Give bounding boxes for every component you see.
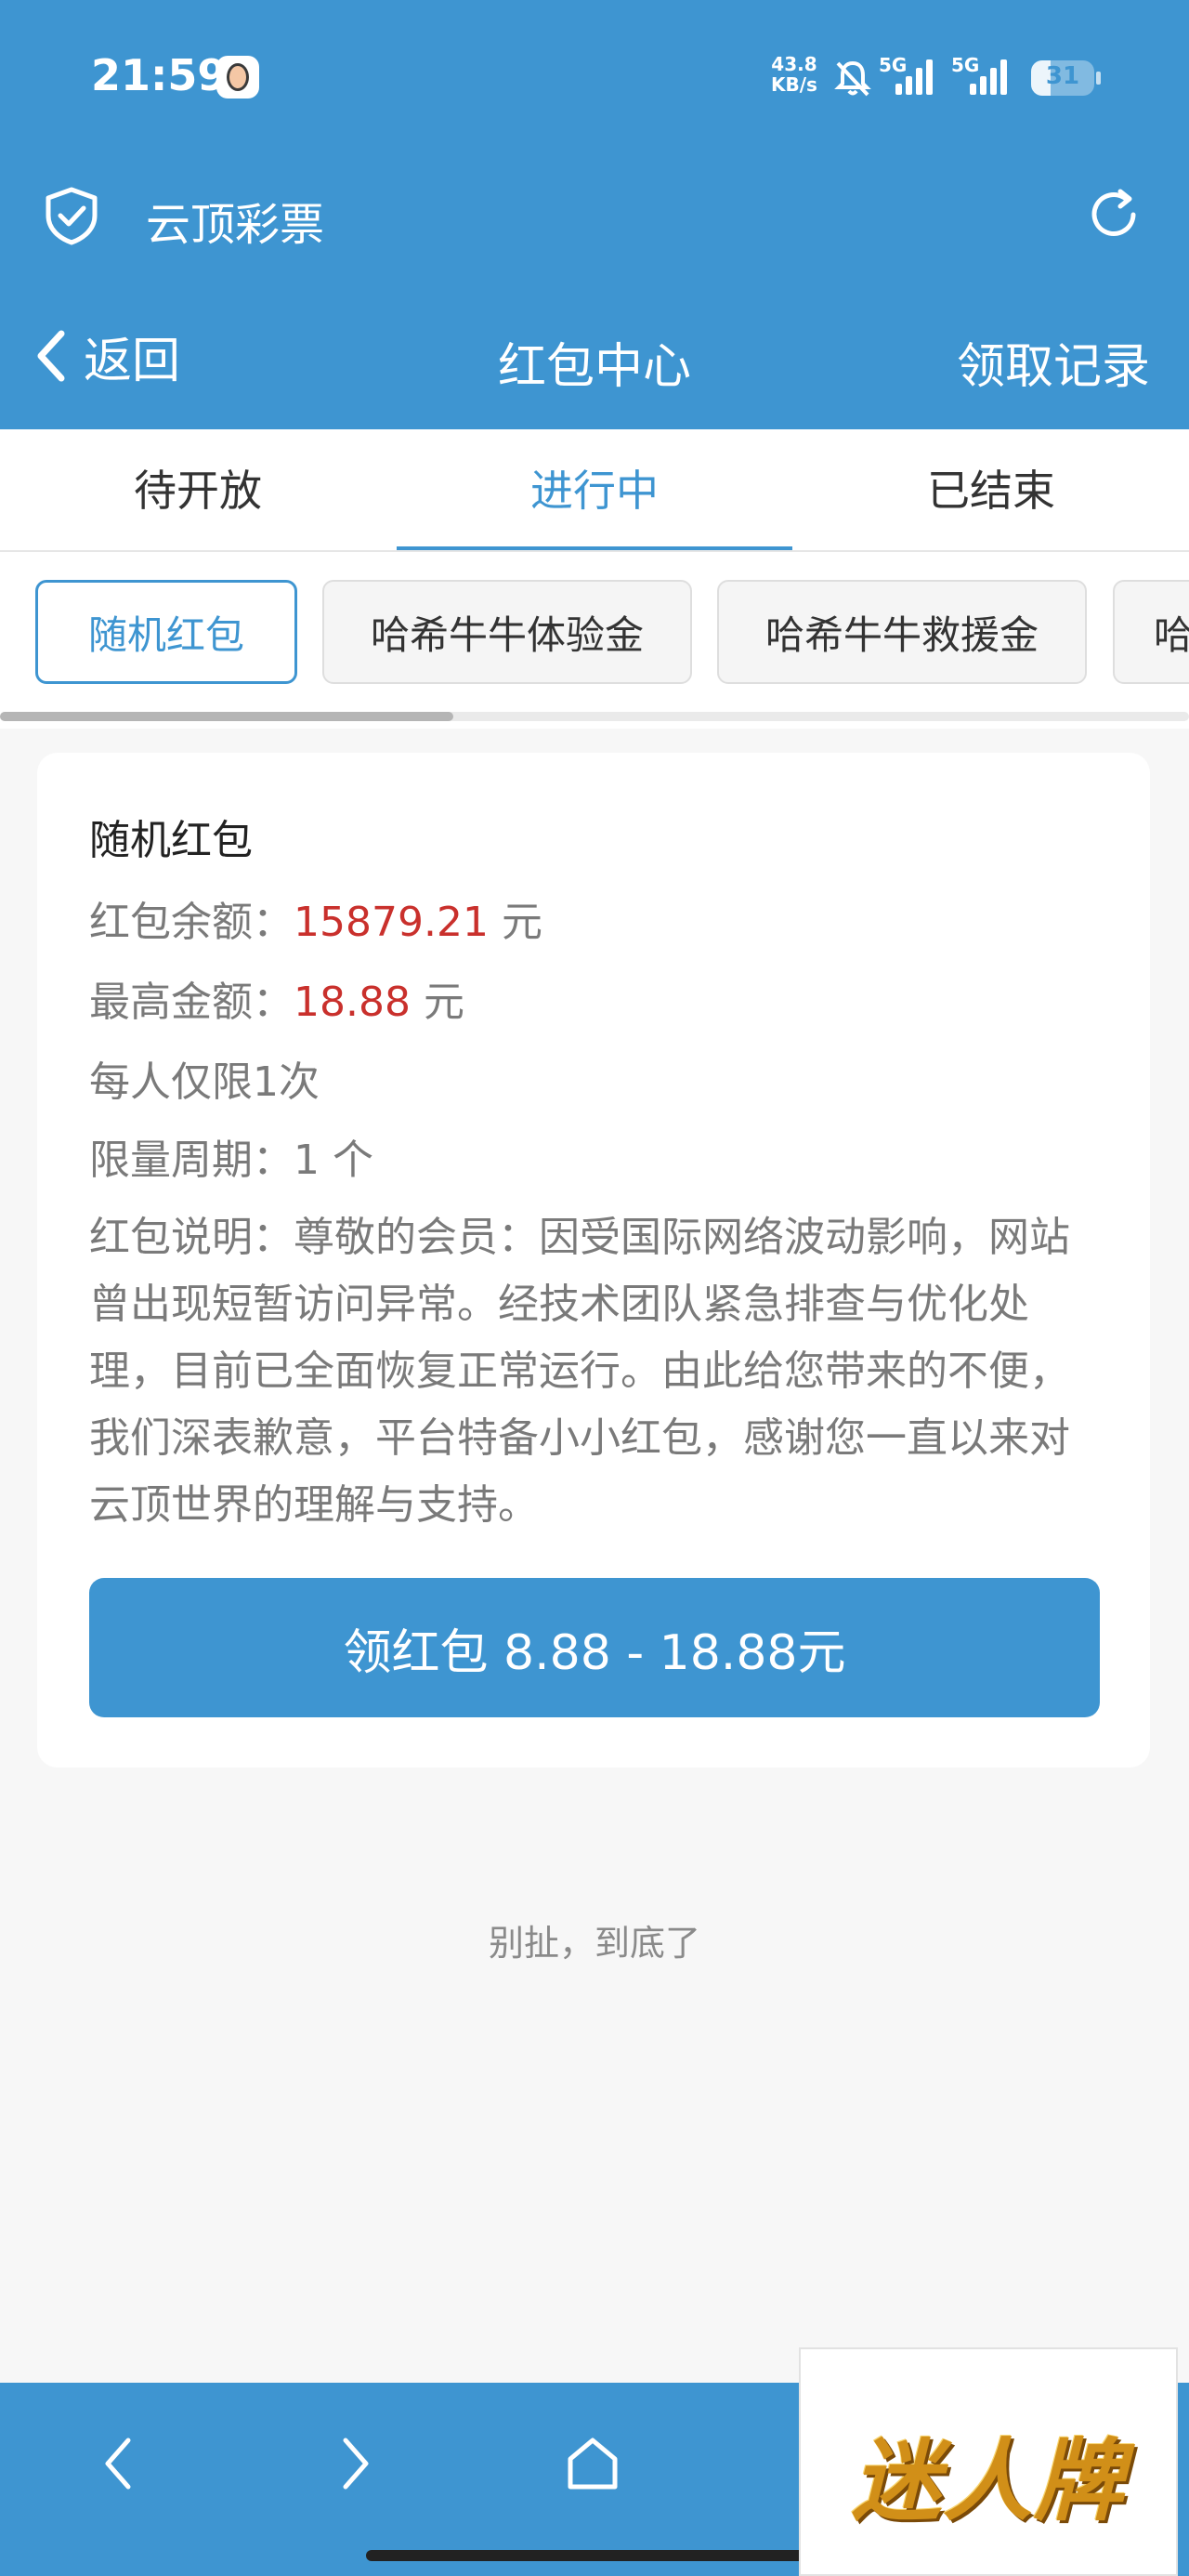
tab-ongoing[interactable]: 进行中 xyxy=(397,429,792,550)
signal-2-icon xyxy=(970,58,1011,95)
net-speed-value: 43.8 xyxy=(771,53,817,75)
status-avatar-icon xyxy=(216,56,259,99)
category-chips: 随机红包 哈希牛牛体验金 哈希牛牛救援金 哈 xyxy=(0,552,1189,729)
max-unit: 元 xyxy=(410,979,464,1026)
claim-redpacket-button[interactable]: 领红包 8.88 - 18.88元 xyxy=(89,1578,1100,1717)
chip-hash-niuniu-trial[interactable]: 哈希牛牛体验金 xyxy=(322,580,692,684)
balance-unit: 元 xyxy=(488,899,542,946)
chip-more[interactable]: 哈 xyxy=(1113,580,1189,684)
chips-scrollbar[interactable] xyxy=(0,712,453,721)
chip-hash-niuniu-rescue[interactable]: 哈希牛牛救援金 xyxy=(717,580,1087,684)
balance-label: 红包余额： xyxy=(89,899,294,946)
status-tabs: 待开放 进行中 已结束 xyxy=(0,429,1189,552)
net-speed-unit: KB/s xyxy=(771,73,817,96)
limit-text: 每人仅限1次 xyxy=(89,1058,320,1106)
card-title: 随机红包 xyxy=(89,817,253,864)
watermark-text: 迷人牌 xyxy=(852,2429,1125,2533)
period-text: 限量周期：1 个 xyxy=(89,1137,373,1184)
chip-random-redpacket[interactable]: 随机红包 xyxy=(35,580,297,684)
max-value: 18.88 xyxy=(294,979,411,1026)
redpacket-description: 红包说明：尊敬的会员：因受国际网络波动影响，网站曾出现短暂访问异常。经技术团队紧… xyxy=(89,1214,1070,1529)
watermark-logo: 迷人牌 xyxy=(799,2347,1178,2576)
net-speed: 43.8 KB/s xyxy=(771,54,817,95)
refresh-icon[interactable] xyxy=(1083,184,1144,245)
bell-mute-icon xyxy=(834,60,871,97)
battery-cap xyxy=(1096,72,1101,85)
balance-row: 红包余额：15879.21 元 xyxy=(89,888,542,948)
balance-value: 15879.21 xyxy=(294,899,489,946)
claim-record-link[interactable]: 领取记录 xyxy=(957,327,1150,397)
chevron-left-icon[interactable] xyxy=(97,2431,137,2496)
app-bar: 云顶彩票 xyxy=(0,167,1189,260)
status-time: 21:59 xyxy=(91,50,228,100)
tab-ended[interactable]: 已结束 xyxy=(793,429,1189,550)
max-amount-row: 最高金额：18.88 元 xyxy=(89,968,464,1028)
end-of-list-text: 别扯，到底了 xyxy=(488,1923,700,1964)
battery-icon: 31 xyxy=(1031,60,1094,96)
header: 21:59 43.8 KB/s 5G 5G 31 云顶彩票 返回 红包中心 领取… xyxy=(0,0,1189,429)
redpacket-card: 随机红包 红包余额：15879.21 元 最高金额：18.88 元 每人仅限1次… xyxy=(37,753,1150,1768)
tab-active-indicator xyxy=(397,546,792,550)
nav-bar: 返回 红包中心 领取记录 xyxy=(0,307,1189,409)
chevron-right-icon[interactable] xyxy=(336,2431,377,2496)
gesture-bar[interactable] xyxy=(366,2550,823,2561)
max-label: 最高金额： xyxy=(89,979,294,1026)
tab-upcoming[interactable]: 待开放 xyxy=(0,429,396,550)
home-icon[interactable] xyxy=(563,2431,622,2496)
status-bar: 21:59 43.8 KB/s 5G 5G 31 xyxy=(0,0,1189,158)
shield-check-icon xyxy=(46,187,98,245)
app-title: 云顶彩票 xyxy=(146,199,325,251)
battery-percent: 31 xyxy=(1045,62,1080,90)
signal-1-icon xyxy=(895,58,936,95)
